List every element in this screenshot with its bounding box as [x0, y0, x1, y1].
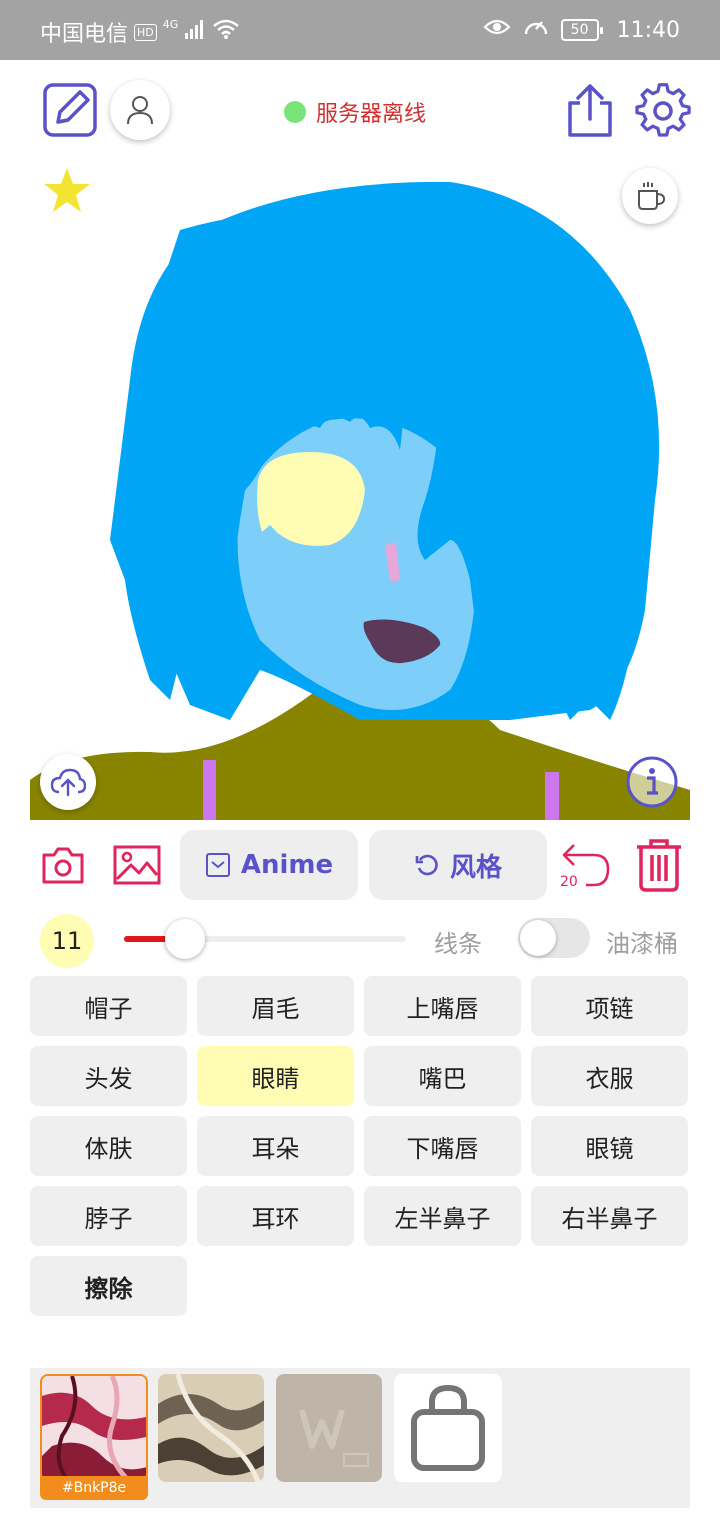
cloud-upload-icon	[50, 768, 86, 797]
user-profile-button[interactable]	[110, 80, 170, 140]
speed-icon	[523, 16, 549, 44]
style-label: 风格	[449, 852, 502, 883]
server-status-label: 服务器离线	[316, 102, 427, 127]
anime-model-button[interactable]: Anime	[180, 830, 358, 900]
brush-size-indicator: 11	[40, 914, 94, 968]
selected-style-tag: #BnkP8e	[40, 1476, 148, 1500]
settings-gear-icon[interactable]	[634, 82, 692, 140]
part-button[interactable]: 眼镜	[531, 1116, 688, 1176]
shopping-bag-icon	[411, 1384, 485, 1471]
store-button[interactable]	[394, 1374, 502, 1482]
image-icon[interactable]	[112, 842, 162, 888]
network-label: 4G	[162, 17, 179, 31]
info-icon[interactable]	[624, 754, 680, 810]
part-button[interactable]: 嘴巴	[364, 1046, 521, 1106]
strap-right	[545, 772, 559, 820]
style-thumb-selected[interactable]	[40, 1374, 148, 1482]
part-button[interactable]: 下嘴唇	[364, 1116, 521, 1176]
part-button[interactable]: 耳朵	[197, 1116, 354, 1176]
line-mode-label[interactable]: 线条	[434, 924, 482, 959]
carrier-label: 中国电信	[40, 22, 129, 47]
part-button[interactable]: 上嘴唇	[364, 976, 521, 1036]
style-thumb-3[interactable]	[276, 1374, 382, 1482]
camera-icon[interactable]	[40, 842, 86, 888]
upload-cloud-button[interactable]	[40, 754, 96, 810]
share-icon[interactable]	[562, 82, 618, 140]
rotate-icon	[415, 854, 438, 876]
part-button[interactable]: 眉毛	[197, 976, 354, 1036]
signal-icon	[184, 18, 206, 46]
strap-left	[203, 760, 216, 820]
eye-icon	[483, 17, 511, 43]
user-icon	[127, 96, 153, 125]
part-button[interactable]: 帽子	[30, 976, 187, 1036]
part-button[interactable]: 脖子	[30, 1186, 187, 1246]
part-grid: 帽子 眉毛 上嘴唇 项链头发 眼睛 嘴巴 衣服体肤 耳朵 下嘴唇 眼镜脖子 耳环 左半鼻子 右半鼻子擦除	[30, 976, 690, 1316]
wifi-icon	[212, 18, 240, 46]
brush-size-slider[interactable]	[124, 919, 406, 959]
coffee-cup-icon	[638, 182, 666, 210]
checkbox-icon	[205, 853, 230, 877]
undo-button[interactable]: 20	[556, 836, 614, 892]
toggle-knob	[520, 920, 556, 956]
favorite-star-icon[interactable]	[40, 164, 94, 218]
style-preview-sepia	[158, 1374, 264, 1482]
part-button[interactable]: 衣服	[531, 1046, 688, 1106]
anime-label: Anime	[240, 850, 334, 880]
part-button[interactable]: 右半鼻子	[531, 1186, 688, 1246]
hd-badge: HD	[134, 23, 157, 41]
status-dot-icon	[284, 101, 306, 123]
trash-icon[interactable]	[632, 836, 686, 894]
style-tray: #BnkP8e	[30, 1368, 690, 1508]
brush-settings-row: 11 线条 油漆桶	[30, 910, 690, 970]
tool-row: Anime 风格 20	[30, 828, 690, 904]
portrait-drawing	[30, 181, 690, 820]
bucket-toggle[interactable]	[518, 918, 590, 958]
style-preview-red	[42, 1376, 146, 1480]
clock-label: 11:40	[616, 17, 680, 43]
status-bar: 中国电信 HD 4G 50 11:40	[0, 0, 720, 60]
battery-icon: 50	[560, 19, 603, 41]
part-button[interactable]: 项链	[531, 976, 688, 1036]
slider-thumb[interactable]	[164, 919, 205, 959]
edit-icon[interactable]	[40, 80, 100, 140]
bucket-mode-label[interactable]: 油漆桶	[606, 924, 678, 959]
undo-count: 20	[560, 874, 578, 890]
server-status: 服务器离线	[284, 96, 426, 128]
coffee-button[interactable]	[622, 168, 678, 224]
part-button[interactable]: 擦除	[30, 1256, 187, 1316]
part-button[interactable]: 耳环	[197, 1186, 354, 1246]
part-button[interactable]: 体肤	[30, 1116, 187, 1176]
style-preview-watermark	[276, 1374, 382, 1482]
style-thumb-2[interactable]	[158, 1374, 264, 1482]
part-button[interactable]: 头发	[30, 1046, 187, 1106]
drawing-canvas[interactable]	[30, 160, 690, 820]
part-button[interactable]: 左半鼻子	[364, 1186, 521, 1246]
part-button[interactable]: 眼睛	[197, 1046, 354, 1106]
style-button[interactable]: 风格	[369, 830, 547, 900]
